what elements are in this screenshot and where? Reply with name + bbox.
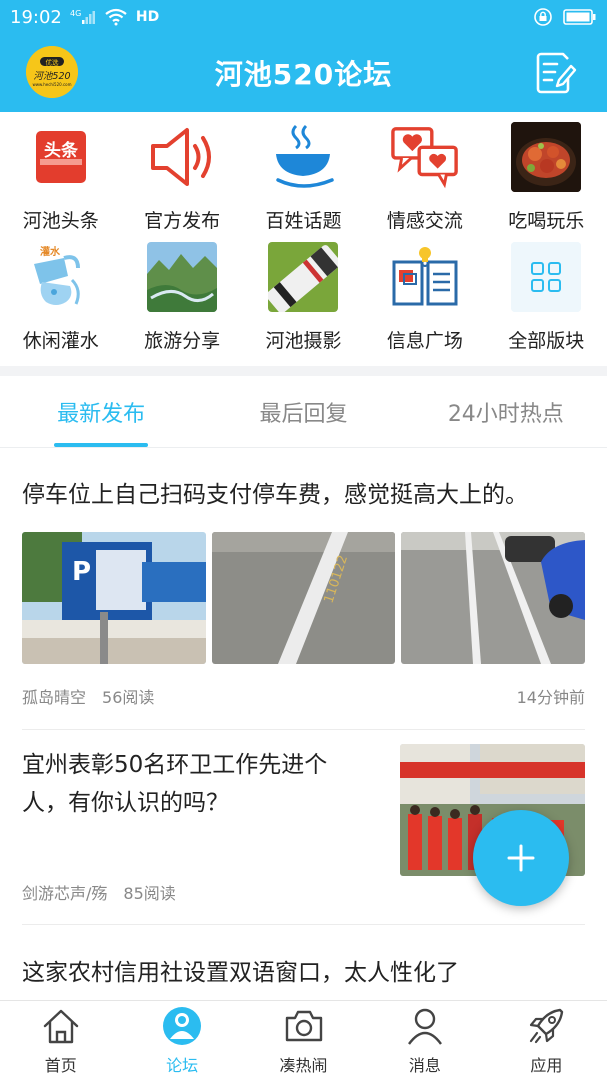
battery-icon — [563, 8, 597, 26]
nav-label: 论坛 — [166, 1055, 199, 1075]
nav-home[interactable]: 首页 — [0, 1001, 121, 1080]
svg-text:灌水: 灌水 — [40, 245, 61, 258]
post-title: 宜州表彰50名环卫工作先进个人，有你认识的吗？ — [22, 752, 328, 816]
category-label: 信息广场 — [386, 330, 463, 352]
chat-hearts-icon — [390, 122, 460, 192]
svg-text:P: P — [72, 557, 91, 587]
category-label: 百姓话题 — [265, 210, 342, 232]
category-label: 休闲灌水 — [22, 330, 99, 352]
rocket-icon — [525, 1006, 567, 1046]
lock-rotation-icon — [533, 7, 553, 27]
post-author: 孤岛晴空 — [22, 688, 87, 707]
list-divider — [22, 924, 585, 925]
svg-text:4G: 4G — [70, 9, 81, 18]
new-post-button[interactable] — [473, 810, 569, 906]
feed-tabs: 最新发布 最后回复 24小时热点 — [0, 376, 607, 448]
category-travel[interactable]: 旅游分享 — [121, 242, 242, 362]
svg-text:www.hechi520.com: www.hechi520.com — [32, 82, 71, 87]
category-official[interactable]: 官方发布 — [121, 122, 242, 242]
post-image[interactable]: 110122 — [211, 532, 396, 664]
nav-label: 消息 — [408, 1055, 441, 1075]
camera-lens-icon — [268, 242, 339, 312]
nav-label: 应用 — [530, 1055, 563, 1075]
category-label: 河池摄影 — [265, 330, 342, 352]
post-meta: 剑游芯声/殇 85阅读 — [22, 880, 176, 904]
post-reads: 85阅读 — [123, 884, 176, 903]
camera-icon — [283, 1006, 325, 1046]
nav-apps[interactable]: 应用 — [486, 1001, 607, 1080]
list-divider — [22, 729, 585, 730]
post-author: 剑游芯声/殇 — [22, 884, 108, 903]
post-title: 这家农村信用社设置双语窗口，太人性化了 — [22, 960, 459, 986]
nav-trending[interactable]: 凑热闹 — [243, 1001, 364, 1080]
nav-label: 凑热闹 — [279, 1055, 328, 1075]
info-board-icon — [390, 242, 460, 312]
status-time: 19:02 — [10, 6, 62, 28]
tea-cup-icon — [268, 122, 338, 192]
category-photography[interactable]: 河池摄影 — [243, 242, 364, 362]
svg-text:头条: 头条 — [44, 140, 79, 161]
tab-last-reply[interactable]: 最后回复 — [202, 376, 404, 447]
megaphone-icon — [147, 122, 217, 192]
post-meta: 孤岛晴空 56阅读 14分钟前 — [22, 684, 585, 708]
landscape-icon — [147, 242, 218, 312]
post-title: 停车位上自己扫码支付停车费，感觉挺高大上的。 — [22, 482, 528, 508]
category-emotion[interactable]: 情感交流 — [364, 122, 485, 242]
category-label: 河池头条 — [22, 210, 99, 232]
category-all[interactable]: 全部版块 — [486, 242, 607, 362]
post-time: 14分钟前 — [516, 688, 585, 707]
signal-icon: 4G — [70, 8, 96, 26]
forum-icon — [161, 1006, 203, 1046]
grid-icon — [511, 242, 582, 312]
category-label: 旅游分享 — [144, 330, 221, 352]
category-leisure[interactable]: 灌水 休闲灌水 — [0, 242, 121, 362]
post-item[interactable]: 停车位上自己扫码支付停车费，感觉挺高大上的。 P 110122 孤岛晴空 56阅… — [0, 476, 607, 708]
category-news[interactable]: 头条 河池头条 — [0, 122, 121, 242]
forum-logo[interactable]: 优选 河池520 www.hechi520.com — [26, 46, 78, 98]
svg-text:优选: 优选 — [46, 58, 60, 67]
post-reads: 56阅读 — [102, 688, 155, 707]
compose-button[interactable] — [533, 50, 577, 96]
water-icon: 灌水 — [25, 242, 96, 312]
post-thumbnails: P 110122 — [22, 532, 586, 664]
plus-icon — [507, 844, 535, 872]
post-item[interactable]: 这家农村信用社设置双语窗口，太人性化了 — [0, 954, 607, 1000]
post-image[interactable]: P — [22, 532, 206, 664]
category-label: 官方发布 — [144, 210, 221, 232]
app-header: 优选 河池520 www.hechi520.com 河池520论坛 — [0, 34, 607, 112]
category-label: 情感交流 — [386, 210, 463, 232]
category-label: 全部版块 — [508, 330, 585, 352]
category-label: 吃喝玩乐 — [508, 210, 585, 232]
post-image[interactable] — [401, 532, 586, 664]
tab-24h-hot[interactable]: 24小时热点 — [405, 376, 607, 447]
home-icon — [40, 1006, 82, 1046]
nav-forum[interactable]: 论坛 — [121, 1001, 242, 1080]
nav-label: 首页 — [44, 1055, 77, 1075]
nav-messages[interactable]: 消息 — [364, 1001, 485, 1080]
section-divider — [0, 366, 607, 376]
user-icon — [404, 1006, 446, 1046]
page-title: 河池520论坛 — [214, 58, 393, 91]
category-topics[interactable]: 百姓话题 — [243, 122, 364, 242]
category-grid: 头条 河池头条 官方发布 百姓话题 情感交流 吃喝玩乐 灌水 休闲灌水 旅游分享… — [0, 112, 607, 362]
category-info[interactable]: 信息广场 — [364, 242, 485, 362]
food-icon — [511, 122, 582, 192]
bottom-nav: 首页 论坛 凑热闹 消息 应用 — [0, 1000, 607, 1080]
compose-icon — [536, 52, 577, 94]
category-food[interactable]: 吃喝玩乐 — [486, 122, 607, 242]
wifi-icon — [104, 8, 128, 26]
hd-badge: HD — [135, 9, 160, 25]
status-bar: 19:02 4G HD — [0, 0, 607, 34]
svg-text:河池520: 河池520 — [33, 71, 70, 82]
news-icon: 头条 — [26, 122, 96, 192]
tab-latest[interactable]: 最新发布 — [0, 376, 202, 447]
